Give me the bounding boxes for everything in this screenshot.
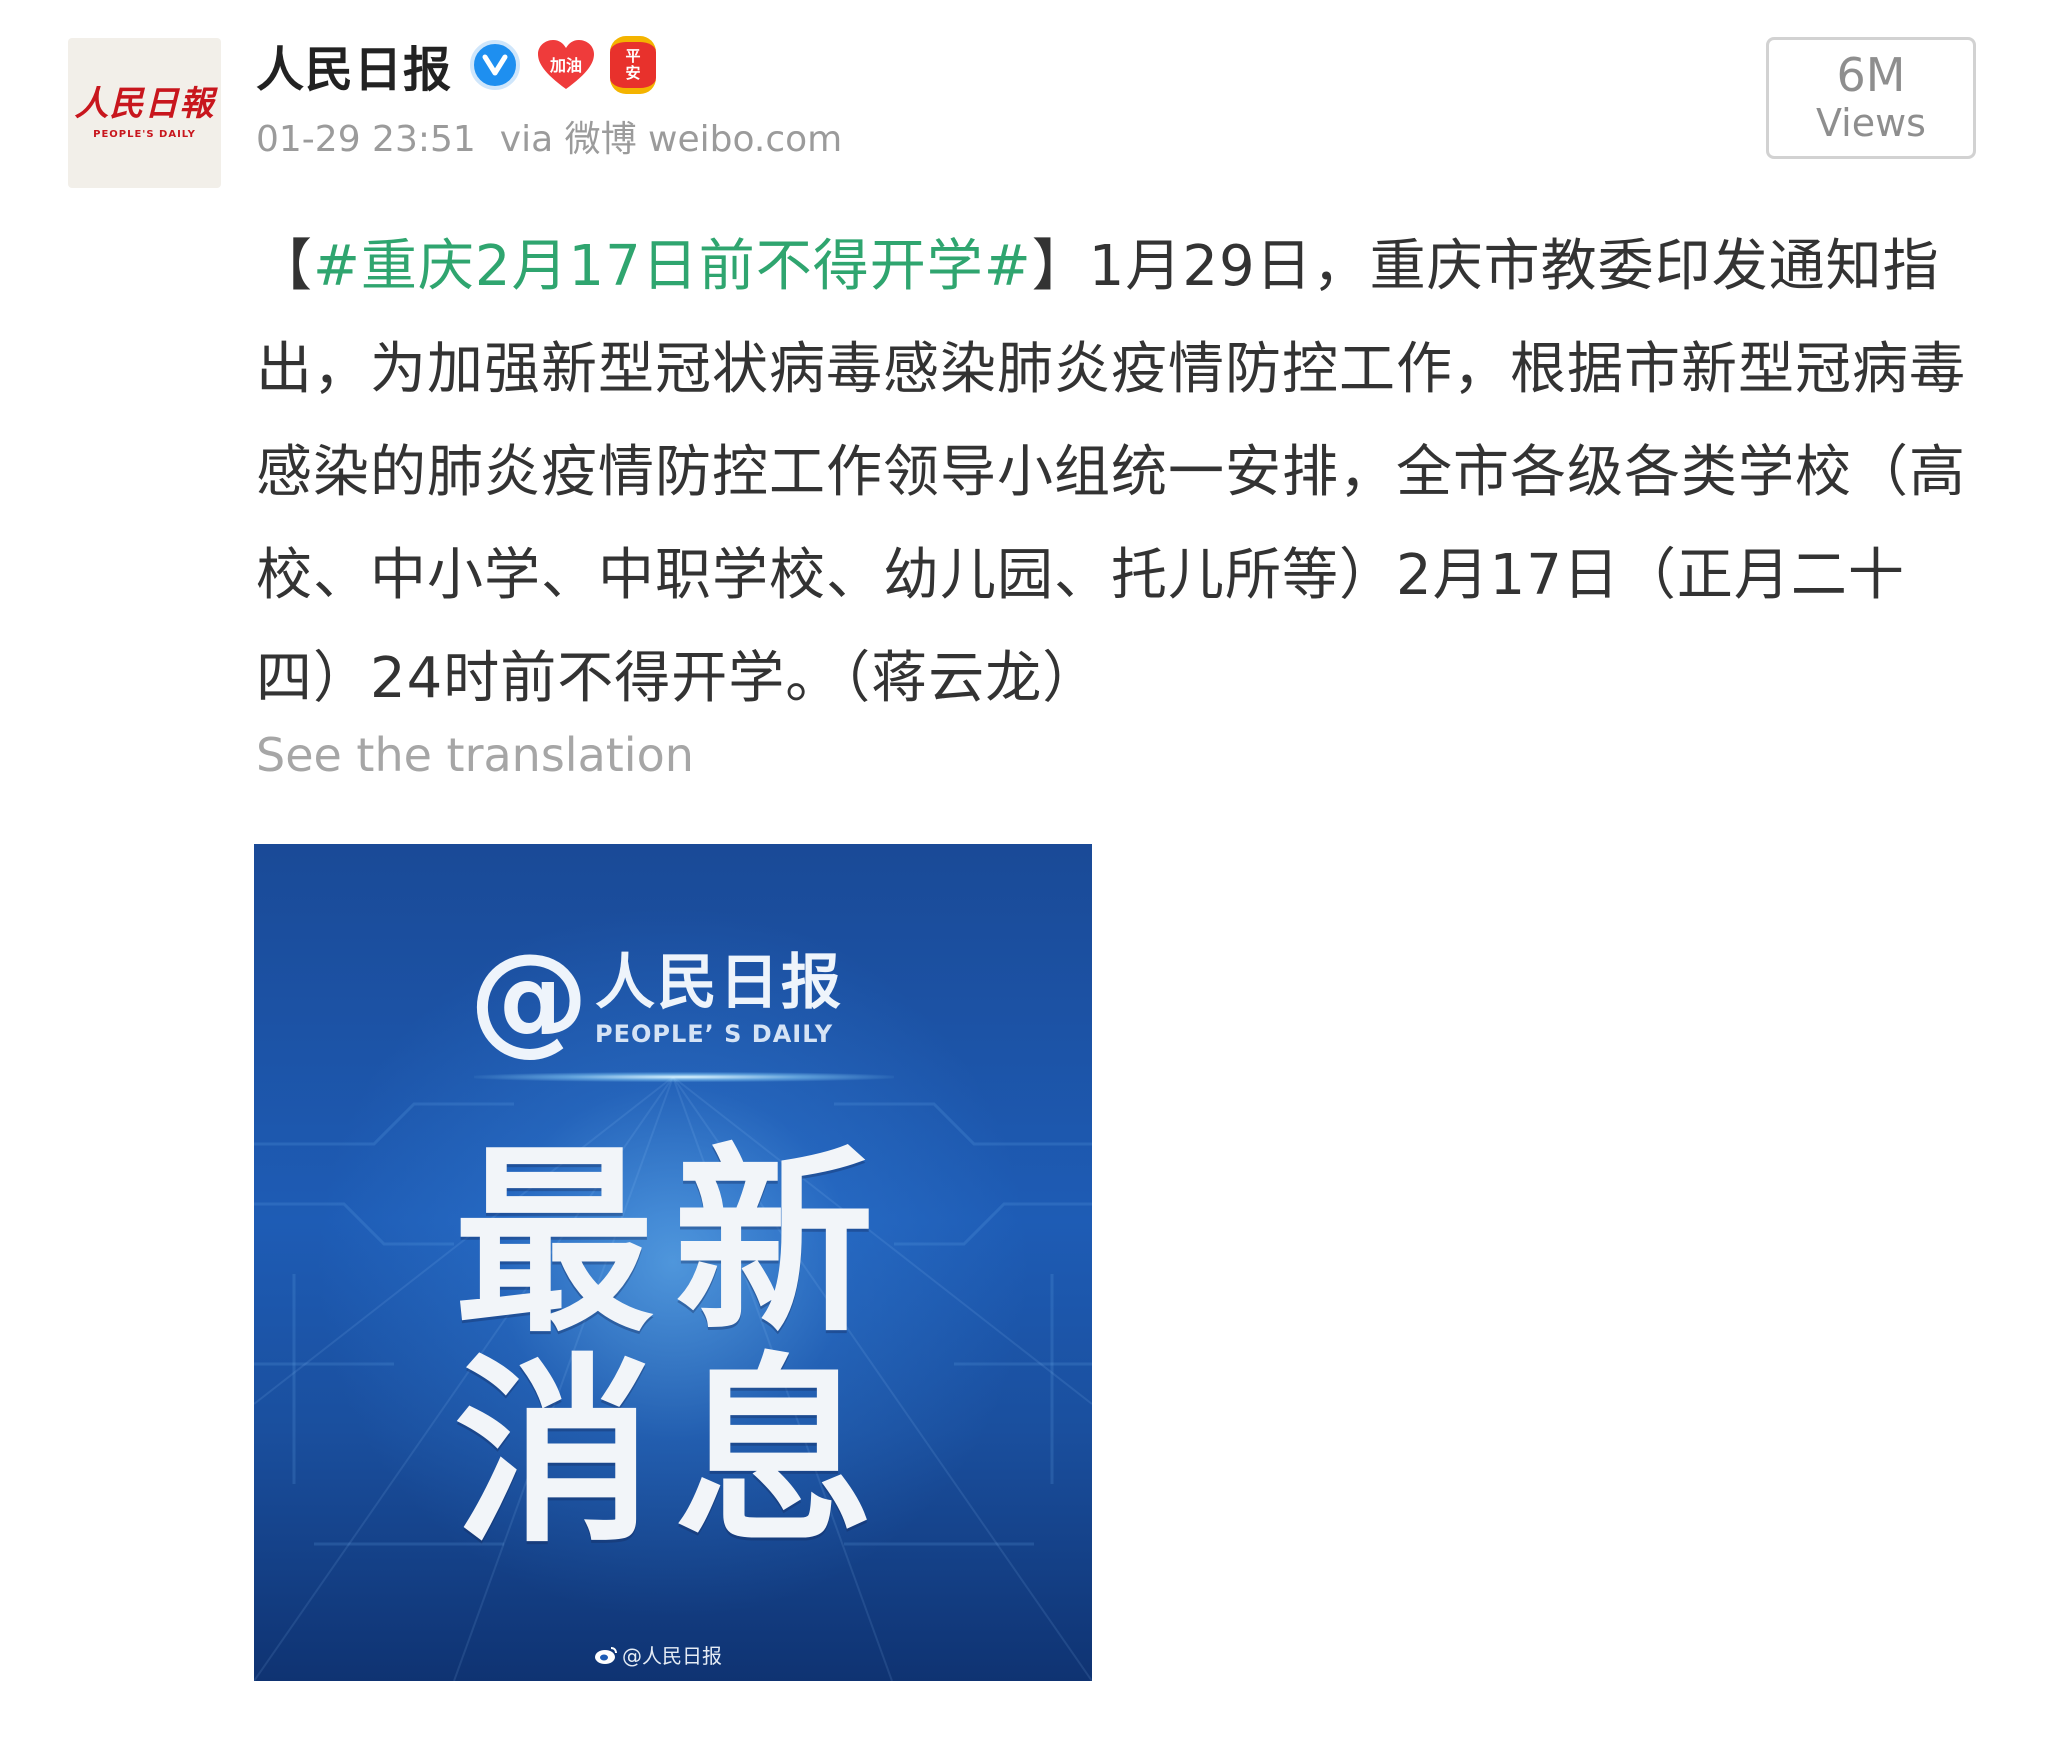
heart-badge-icon[interactable]: 加油 — [536, 39, 596, 91]
avatar[interactable]: 人民日報 PEOPLE'S DAILY — [68, 38, 221, 188]
account-name[interactable]: 人民日报 — [256, 30, 452, 100]
lantern-badge-icon[interactable]: 平 安 — [610, 36, 657, 94]
avatar-logo-cn: 人民日報 — [74, 83, 215, 124]
account-header: 人民日报 加油 平 安 — [256, 30, 657, 100]
lantern-badge-label-1: 平 — [625, 47, 641, 65]
image-watermark: @人民日报 — [594, 1640, 722, 1669]
verified-icon — [470, 40, 521, 90]
views-label: Views — [1816, 101, 1926, 145]
post-image[interactable]: @ 人民日报 PEOPLE’ S DAILY 最新 消息 @人民日报 — [254, 844, 1092, 1681]
heart-badge-label: 加油 — [550, 56, 583, 75]
image-logo-cn: 人民日报 — [595, 948, 843, 1018]
image-watermark-text: @人民日报 — [622, 1644, 722, 1668]
image-headline-line1: 最新 — [453, 1127, 894, 1360]
bracket-open: 【 — [256, 234, 313, 299]
post-meta: 01-29 23:51 via 微博 weibo.com — [256, 110, 842, 162]
avatar-logo-en: PEOPLE'S DAILY — [93, 128, 196, 140]
weibo-icon — [595, 1646, 617, 1664]
lantern-badge-label-2: 安 — [625, 64, 641, 82]
image-logo-at: @ — [469, 929, 589, 1068]
image-logo-en: PEOPLE’ S DAILY — [595, 1020, 834, 1048]
see-translation-link[interactable]: See the translation — [256, 728, 694, 782]
post-text: 【#重庆2月17日前不得开学#】1月29日，重庆市教委印发通知指出，为加强新型冠… — [256, 215, 1986, 730]
image-glow — [474, 1072, 894, 1082]
post-source: via 微博 weibo.com — [499, 119, 843, 160]
image-headline-line2: 消息 — [453, 1337, 894, 1570]
image-logo: @ 人民日报 PEOPLE’ S DAILY — [469, 939, 843, 1059]
post-datetime: 01-29 23:51 — [256, 119, 476, 160]
views-box: 6M Views — [1766, 37, 1976, 159]
post-body: 1月29日，重庆市教委印发通知指出，为加强新型冠状病毒感染肺炎疫情防控工作，根据… — [256, 234, 1966, 711]
hashtag-link[interactable]: #重庆2月17日前不得开学# — [313, 234, 1032, 299]
views-count: 6M — [1836, 48, 1906, 102]
bracket-close: 】 — [1031, 234, 1089, 299]
